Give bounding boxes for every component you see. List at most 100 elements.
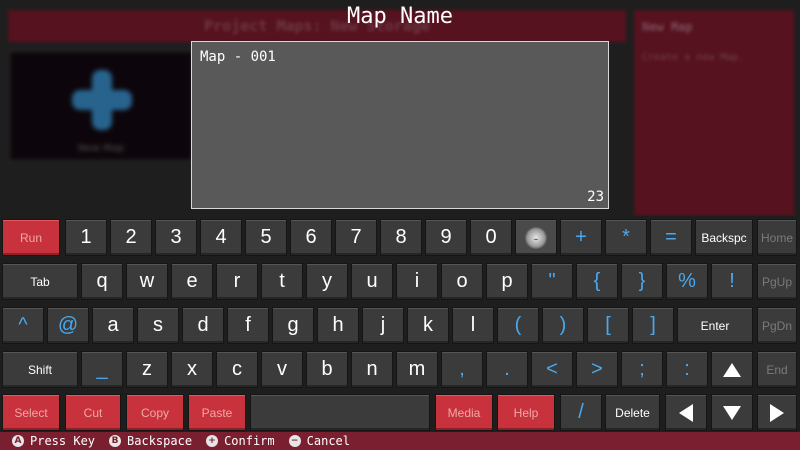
key-quote[interactable]: " — [531, 263, 573, 300]
key-z[interactable]: z — [126, 351, 168, 388]
run-key[interactable]: Run — [2, 219, 60, 256]
b-button-icon: B — [109, 435, 122, 447]
key-p[interactable]: p — [486, 263, 528, 300]
key-minus-selected[interactable]: - — [515, 219, 557, 256]
key-0[interactable]: 0 — [470, 219, 512, 256]
selection-cursor: - — [525, 226, 547, 249]
help-key[interactable]: Help — [497, 394, 555, 431]
key-x[interactable]: x — [171, 351, 213, 388]
hint-backspace-label: Backspace — [127, 434, 193, 448]
copy-key[interactable]: Copy — [126, 394, 184, 431]
key-y[interactable]: y — [306, 263, 348, 300]
hint-cancel: − Cancel — [288, 434, 350, 448]
key-4[interactable]: 4 — [200, 219, 242, 256]
media-key[interactable]: Media — [435, 394, 493, 431]
hint-cancel-label: Cancel — [306, 434, 350, 448]
key-equals[interactable]: = — [650, 219, 692, 256]
key-caret[interactable]: ^ — [2, 307, 44, 344]
key-1[interactable]: 1 — [65, 219, 107, 256]
key-c[interactable]: c — [216, 351, 258, 388]
key-2[interactable]: 2 — [110, 219, 152, 256]
tab-key[interactable]: Tab — [2, 263, 78, 300]
key-plus[interactable]: + — [560, 219, 602, 256]
key-underscore[interactable]: _ — [81, 351, 123, 388]
key-u[interactable]: u — [351, 263, 393, 300]
right-arrow-key[interactable] — [757, 394, 797, 431]
hint-press-key-label: Press Key — [30, 434, 96, 448]
key-9[interactable]: 9 — [425, 219, 467, 256]
key-w[interactable]: w — [126, 263, 168, 300]
hint-confirm-label: Confirm — [224, 434, 275, 448]
plus-button-icon: + — [206, 435, 219, 447]
home-key[interactable]: Home — [757, 219, 797, 256]
key-k[interactable]: k — [407, 307, 449, 344]
hint-confirm: + Confirm — [206, 434, 275, 448]
map-name-input[interactable]: Map - 001 23 — [191, 41, 609, 209]
key-6[interactable]: 6 — [290, 219, 332, 256]
key-m[interactable]: m — [396, 351, 438, 388]
key-slash[interactable]: / — [560, 394, 602, 431]
key-e[interactable]: e — [171, 263, 213, 300]
shift-key[interactable]: Shift — [2, 351, 78, 388]
key-percent[interactable]: % — [666, 263, 708, 300]
key-left-paren[interactable]: ( — [497, 307, 539, 344]
key-g[interactable]: g — [272, 307, 314, 344]
key-d[interactable]: d — [182, 307, 224, 344]
hint-backspace: B Backspace — [109, 434, 192, 448]
key-n[interactable]: n — [351, 351, 393, 388]
key-semicolon[interactable]: ; — [621, 351, 663, 388]
delete-key[interactable]: Delete — [605, 394, 660, 431]
key-i[interactable]: i — [396, 263, 438, 300]
down-arrow-key[interactable] — [711, 394, 753, 431]
key-left-bracket[interactable]: [ — [587, 307, 629, 344]
key-right-bracket[interactable]: ] — [632, 307, 674, 344]
key-at[interactable]: @ — [47, 307, 89, 344]
key-f[interactable]: f — [227, 307, 269, 344]
pgdn-key[interactable]: PgDn — [757, 307, 797, 344]
cut-key[interactable]: Cut — [65, 394, 121, 431]
map-name-value: Map - 001 — [200, 49, 276, 65]
space-key[interactable] — [250, 394, 430, 431]
up-arrow-key[interactable] — [711, 351, 753, 388]
key-o[interactable]: o — [441, 263, 483, 300]
key-b[interactable]: b — [306, 351, 348, 388]
key-t[interactable]: t — [261, 263, 303, 300]
up-arrow-icon — [723, 362, 741, 377]
pgup-key[interactable]: PgUp — [757, 263, 797, 300]
paste-key[interactable]: Paste — [188, 394, 246, 431]
controls-hint-bar: A Press Key B Backspace + Confirm − Canc… — [0, 432, 800, 450]
enter-key[interactable]: Enter — [677, 307, 753, 344]
key-colon[interactable]: : — [666, 351, 708, 388]
key-s[interactable]: s — [137, 307, 179, 344]
down-arrow-icon — [723, 405, 741, 420]
key-left-brace[interactable]: { — [576, 263, 618, 300]
key-period[interactable]: . — [486, 351, 528, 388]
key-less-than[interactable]: < — [531, 351, 573, 388]
key-q[interactable]: q — [81, 263, 123, 300]
select-key[interactable]: Select — [2, 394, 60, 431]
key-v[interactable]: v — [261, 351, 303, 388]
end-key[interactable]: End — [757, 351, 797, 388]
key-7[interactable]: 7 — [335, 219, 377, 256]
key-comma[interactable]: , — [441, 351, 483, 388]
key-8[interactable]: 8 — [380, 219, 422, 256]
key-3[interactable]: 3 — [155, 219, 197, 256]
backspace-key[interactable]: Backspc — [695, 219, 753, 256]
key-a[interactable]: a — [92, 307, 134, 344]
key-greater-than[interactable]: > — [576, 351, 618, 388]
key-right-brace[interactable]: } — [621, 263, 663, 300]
key-j[interactable]: j — [362, 307, 404, 344]
key-r[interactable]: r — [216, 263, 258, 300]
minus-button-icon: − — [288, 435, 301, 447]
key-h[interactable]: h — [317, 307, 359, 344]
key-minus-label: - — [533, 229, 539, 246]
key-l[interactable]: l — [452, 307, 494, 344]
a-button-icon: A — [12, 435, 24, 447]
key-exclamation[interactable]: ! — [711, 263, 753, 300]
left-arrow-key[interactable] — [665, 394, 707, 431]
hint-press-key: A Press Key — [12, 434, 95, 448]
key-right-paren[interactable]: ) — [542, 307, 584, 344]
key-5[interactable]: 5 — [245, 219, 287, 256]
dialog-title: Map Name — [347, 4, 453, 29]
key-asterisk[interactable]: * — [605, 219, 647, 256]
